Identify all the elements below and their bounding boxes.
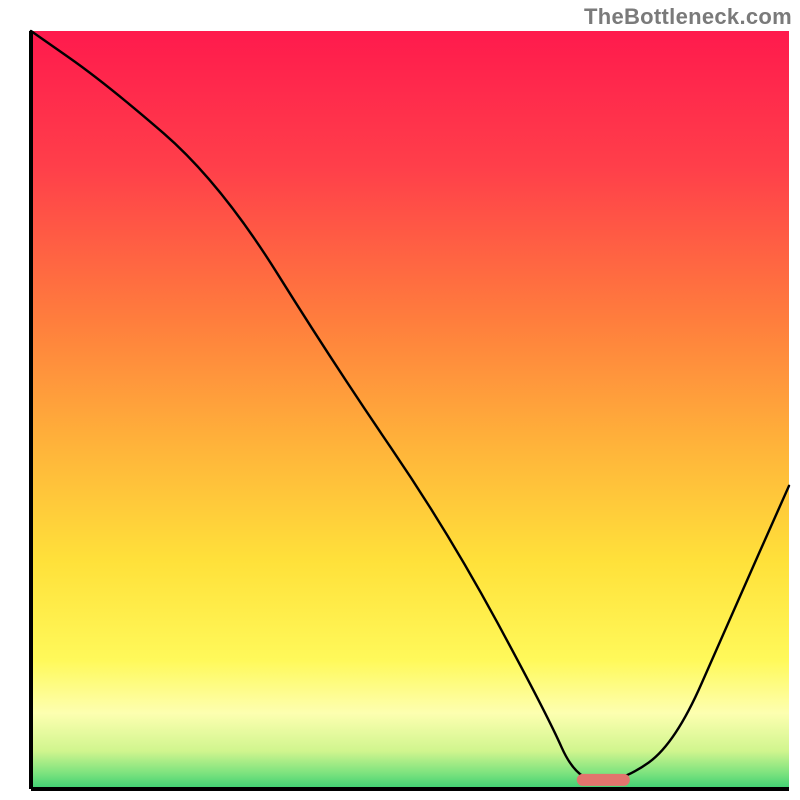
plot-area [31,31,789,789]
bottleneck-chart [0,0,800,800]
chart-background [31,31,789,789]
optimal-range-marker [577,774,630,786]
watermark-text: TheBottleneck.com [584,4,792,30]
chart-frame: TheBottleneck.com [0,0,800,800]
